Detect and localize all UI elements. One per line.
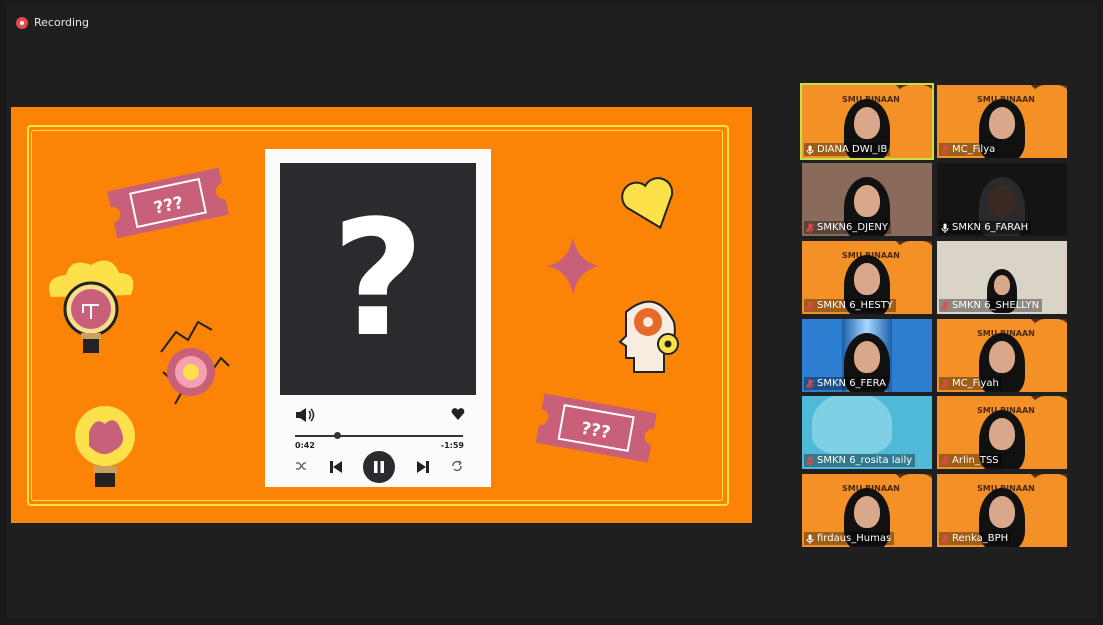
mic-muted-icon bbox=[941, 379, 949, 389]
face bbox=[989, 418, 1015, 450]
participant-name-tag: SMKN 6_SHELLYN bbox=[939, 299, 1043, 312]
sparkle-icon bbox=[547, 237, 599, 295]
participant-name: DIANA DWI_IB bbox=[817, 144, 888, 155]
face bbox=[854, 107, 880, 139]
participant-name-tag: SMKN 6_rosita laily bbox=[804, 454, 916, 467]
participant-name-tag: SMKN6_DJENY bbox=[804, 221, 891, 234]
pause-icon bbox=[374, 461, 384, 473]
volume-icon[interactable] bbox=[295, 407, 315, 423]
previous-track-icon[interactable] bbox=[329, 460, 343, 474]
participant-name-tag: firdaus_Humas bbox=[804, 532, 895, 545]
meeting-window: Recording ??? ? 0:42 -1:59 ??? SMU BINAA… bbox=[6, 6, 1097, 619]
mic-muted-icon bbox=[941, 145, 949, 155]
participant-tile[interactable]: SMU BINAAN MC_Filya bbox=[937, 85, 1067, 158]
face bbox=[854, 185, 880, 217]
mic-icon bbox=[941, 223, 949, 233]
face bbox=[854, 341, 880, 373]
participant-tile[interactable]: SMKN 6_rosita laily bbox=[802, 396, 932, 469]
participant-tile[interactable]: SMKN 6_SHELLYN bbox=[937, 241, 1067, 314]
face bbox=[994, 275, 1010, 295]
participant-name-tag: MC_Fiyah bbox=[939, 377, 1002, 390]
face bbox=[854, 263, 880, 295]
shared-screen: ??? ? 0:42 -1:59 ??? bbox=[11, 107, 752, 523]
music-player-card: ? 0:42 -1:59 bbox=[265, 149, 491, 487]
mic-icon bbox=[806, 534, 814, 544]
person-silhouette bbox=[812, 396, 892, 454]
participant-name: SMKN 6_HESTY bbox=[817, 300, 893, 311]
participant-tile[interactable]: SMU BINAAN Renka_BPH bbox=[937, 474, 1067, 547]
progress-bar[interactable] bbox=[295, 432, 463, 439]
mic-muted-icon bbox=[806, 456, 814, 466]
head-gears-icon bbox=[618, 300, 679, 373]
recording-label: Recording bbox=[34, 16, 90, 29]
pause-button[interactable] bbox=[363, 451, 395, 483]
time-elapsed: 0:42 bbox=[295, 441, 315, 450]
next-track-icon[interactable] bbox=[416, 460, 430, 474]
participant-name: Arlin_TSS bbox=[952, 455, 999, 466]
mic-muted-icon bbox=[806, 223, 814, 233]
face bbox=[989, 107, 1015, 139]
participant-name-tag: MC_Filya bbox=[939, 143, 999, 156]
participant-name: SMKN 6_FARAH bbox=[952, 222, 1029, 233]
participant-tile[interactable]: SMKN 6_FARAH bbox=[937, 163, 1067, 236]
brain-bulb-icon bbox=[75, 406, 135, 487]
brain-icon bbox=[160, 320, 230, 405]
participant-tile[interactable]: SMU BINAAN firdaus_Humas bbox=[802, 474, 932, 547]
record-icon bbox=[16, 16, 28, 29]
lightbulb-icon bbox=[48, 260, 134, 353]
mic-icon bbox=[806, 145, 814, 155]
heart-shape-icon bbox=[621, 177, 674, 230]
ticket-icon-2: ??? bbox=[535, 393, 657, 463]
album-cover: ? bbox=[280, 163, 476, 395]
participant-name: MC_Filya bbox=[952, 144, 996, 155]
mic-muted-icon bbox=[941, 534, 949, 544]
question-mark: ? bbox=[331, 185, 425, 372]
mic-muted-icon bbox=[941, 456, 949, 466]
participant-name: SMKN 6_FERA bbox=[817, 378, 887, 389]
participant-name: SMKN 6_SHELLYN bbox=[952, 300, 1040, 311]
participant-name-tag: SMKN 6_HESTY bbox=[804, 299, 896, 312]
progress-knob[interactable] bbox=[334, 432, 341, 439]
participant-tile[interactable]: SMU BINAAN MC_Fiyah bbox=[937, 319, 1067, 392]
participant-tile[interactable]: SMU BINAAN SMKN 6_HESTY bbox=[802, 241, 932, 314]
participant-tile[interactable]: SMU BINAAN Arlin_TSS bbox=[937, 396, 1067, 469]
face bbox=[989, 341, 1015, 373]
mic-muted-icon bbox=[806, 301, 814, 311]
mic-muted-icon bbox=[941, 301, 949, 311]
repeat-icon[interactable] bbox=[451, 460, 463, 472]
participant-name: SMKN6_DJENY bbox=[817, 222, 888, 233]
participant-tile[interactable]: SMKN 6_FERA bbox=[802, 319, 932, 392]
participant-name-tag: SMKN 6_FARAH bbox=[939, 221, 1032, 234]
participant-name-tag: Arlin_TSS bbox=[939, 454, 1002, 467]
shuffle-icon[interactable] bbox=[295, 460, 307, 472]
recording-indicator[interactable]: Recording bbox=[16, 16, 89, 29]
face bbox=[989, 185, 1015, 217]
time-remaining: -1:59 bbox=[440, 441, 464, 450]
participant-name: MC_Fiyah bbox=[952, 378, 999, 389]
participant-name: firdaus_Humas bbox=[817, 533, 892, 544]
participant-name-tag: SMKN 6_FERA bbox=[804, 377, 890, 390]
participant-name-tag: Renka_BPH bbox=[939, 532, 1012, 545]
face bbox=[854, 496, 880, 528]
participant-name-tag: DIANA DWI_IB bbox=[804, 143, 891, 156]
mic-muted-icon bbox=[806, 379, 814, 389]
face bbox=[989, 496, 1015, 528]
participant-name: Renka_BPH bbox=[952, 533, 1009, 544]
heart-icon[interactable] bbox=[451, 407, 465, 421]
participant-name: SMKN 6_rosita laily bbox=[817, 455, 913, 466]
participant-tile[interactable]: SMKN6_DJENY bbox=[802, 163, 932, 236]
participant-tile[interactable]: SMU BINAAN DIANA DWI_IB bbox=[800, 83, 934, 160]
ticket-icon: ??? bbox=[107, 167, 229, 239]
